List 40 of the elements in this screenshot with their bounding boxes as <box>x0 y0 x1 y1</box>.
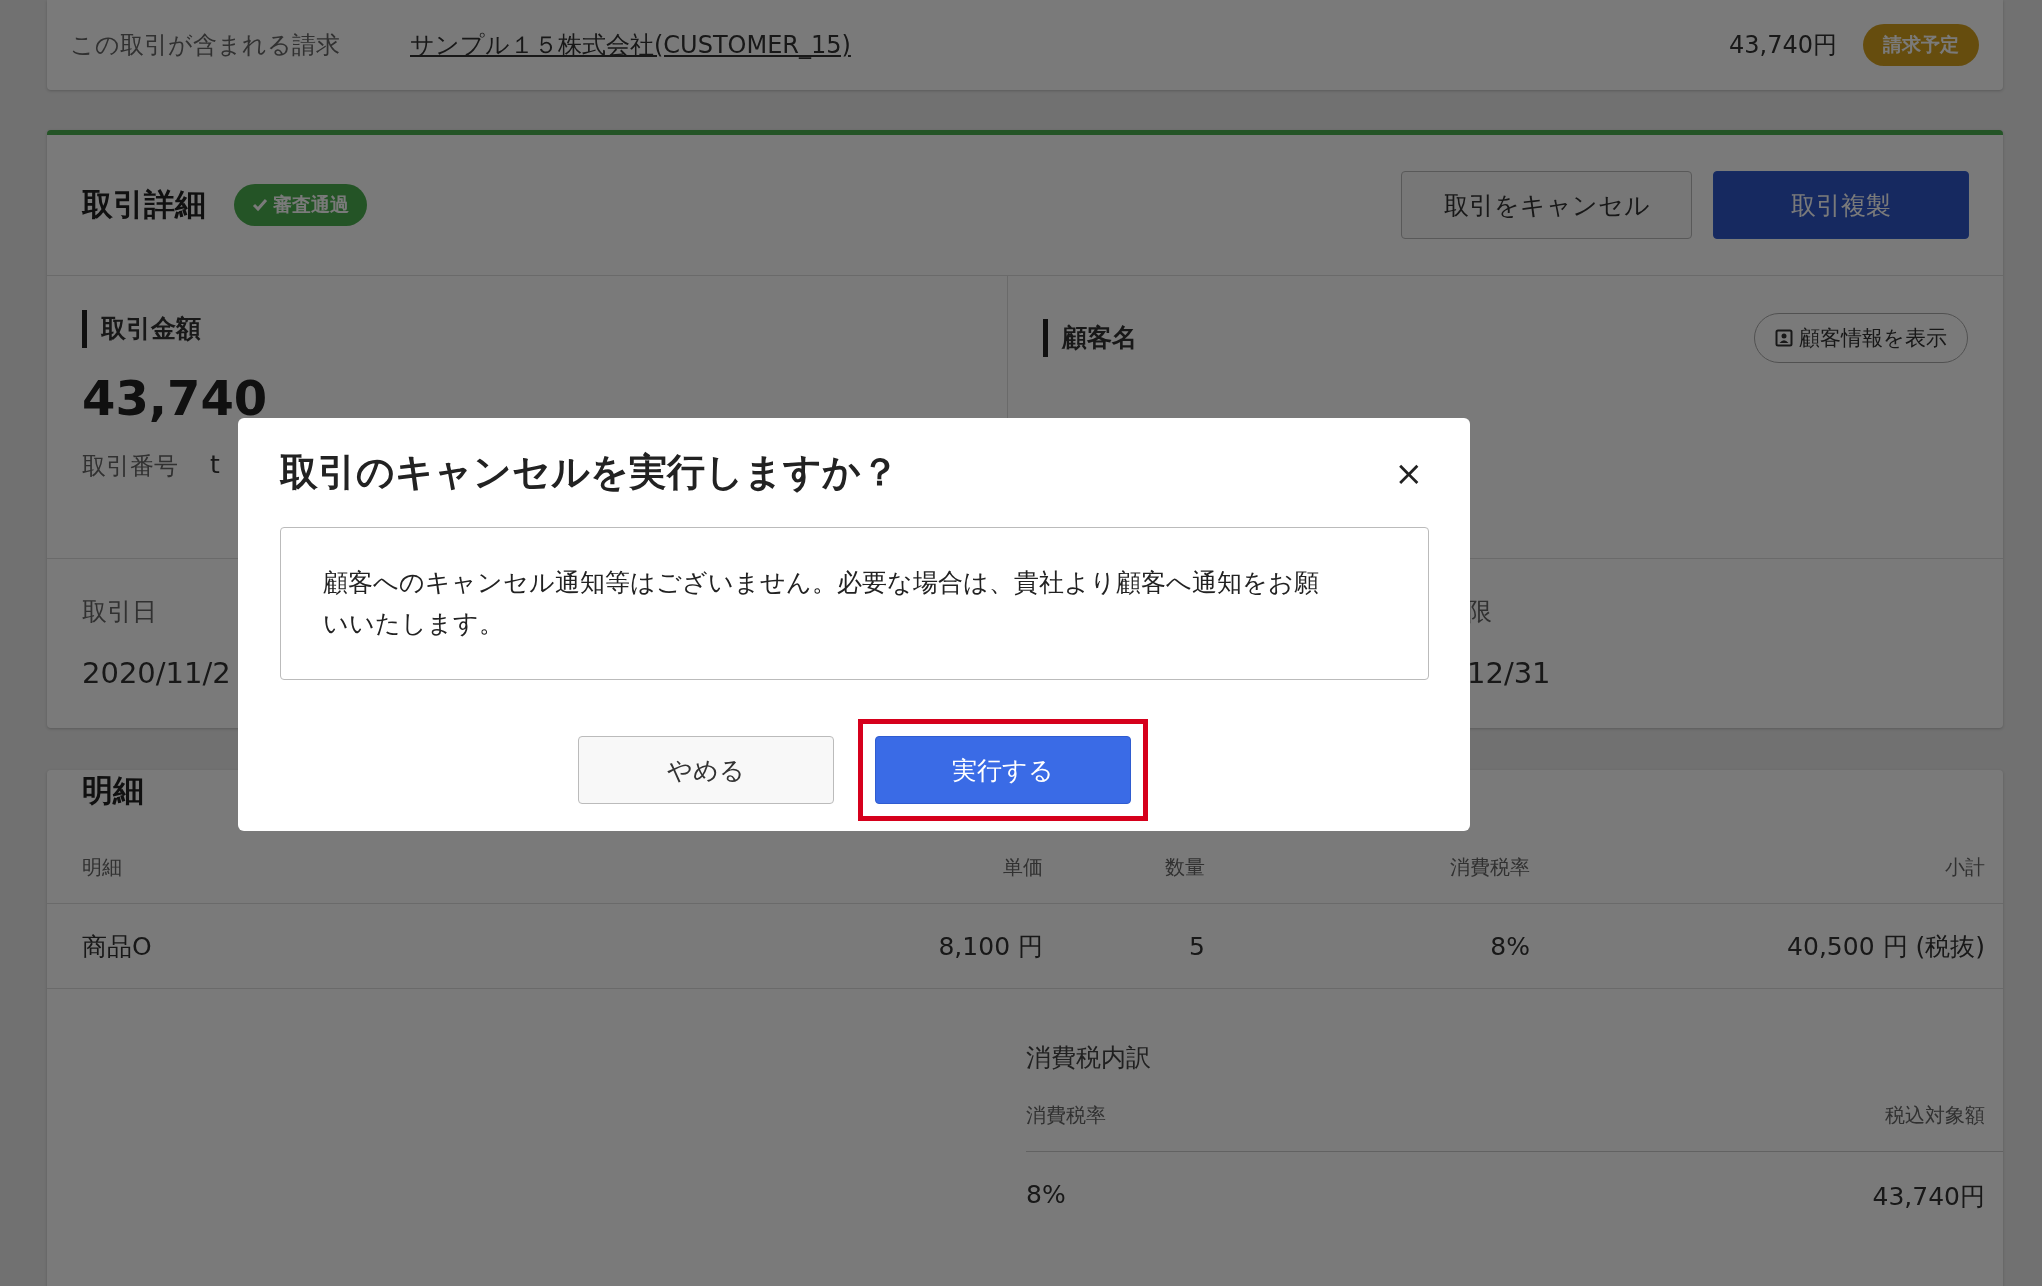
invoice-label: この取引が含まれる請求 <box>70 30 340 61</box>
invoice-amount: 43,740円 <box>1729 30 1837 61</box>
table-cell-text: 43,740円 <box>1872 1181 1985 1213</box>
column-header: 小計 <box>1944 854 1985 881</box>
table-cell-text: 8% <box>1489 931 1530 961</box>
section-title: 明細 <box>82 771 144 810</box>
customer-link[interactable]: サンプル１５株式会社(CUSTOMER_15) <box>410 29 851 61</box>
field-label: 取引番号 <box>82 451 178 482</box>
field-heading: 顧客名 <box>1043 319 1137 357</box>
column-header: 明細 <box>82 854 123 881</box>
field-label: 取引日 <box>82 596 157 628</box>
dialog-title: 取引のキャンセルを実行しますか？ <box>280 449 899 496</box>
dialog-button[interactable]: やめる <box>578 736 834 804</box>
subsection-title: 消費税内訳 <box>1026 1042 1151 1074</box>
customer-info-button[interactable]: 顧客情報を表示 <box>1754 313 1968 363</box>
badge-label: 審査通過 <box>273 192 349 217</box>
table-cell-text: 40,500 円 (税抜) <box>1786 930 1985 963</box>
column-header: 数量 <box>1164 854 1205 881</box>
field-value: 12/31 <box>1467 656 1551 690</box>
status-badge: 請求予定 <box>1863 24 1979 66</box>
contact-card-icon <box>1775 329 1793 347</box>
check-icon <box>252 198 268 212</box>
table-cell-text: 商品O <box>82 930 153 963</box>
header-button[interactable]: 取引複製 <box>1713 171 1969 239</box>
table-cell-text: 8% <box>1026 1180 1066 1211</box>
amount-value: 43,740 <box>82 370 268 426</box>
field-heading: 取引金額 <box>82 310 201 348</box>
table-cell-text: 5 <box>1188 931 1205 961</box>
field-value: 2020/11/2 <box>82 656 231 690</box>
dialog-button[interactable]: 実行する <box>875 736 1131 804</box>
message-text: 顧客へのキャンセル通知等はございません。必要な場合は、貴社より顧客へ通知をお願いいたします。 <box>323 567 1320 640</box>
header-button[interactable]: 取引をキャンセル <box>1401 171 1692 239</box>
column-header: 税込対象額 <box>1885 1102 1985 1129</box>
column-header: 消費税率 <box>1449 854 1530 881</box>
section-title: 取引詳細 <box>82 185 206 224</box>
column-header: 消費税率 <box>1026 1102 1106 1129</box>
table-cell-text: 8,100 円 <box>937 930 1043 963</box>
field-value: t <box>210 450 220 481</box>
close-button[interactable]: × <box>1388 452 1429 493</box>
column-header: 単価 <box>1002 854 1043 881</box>
